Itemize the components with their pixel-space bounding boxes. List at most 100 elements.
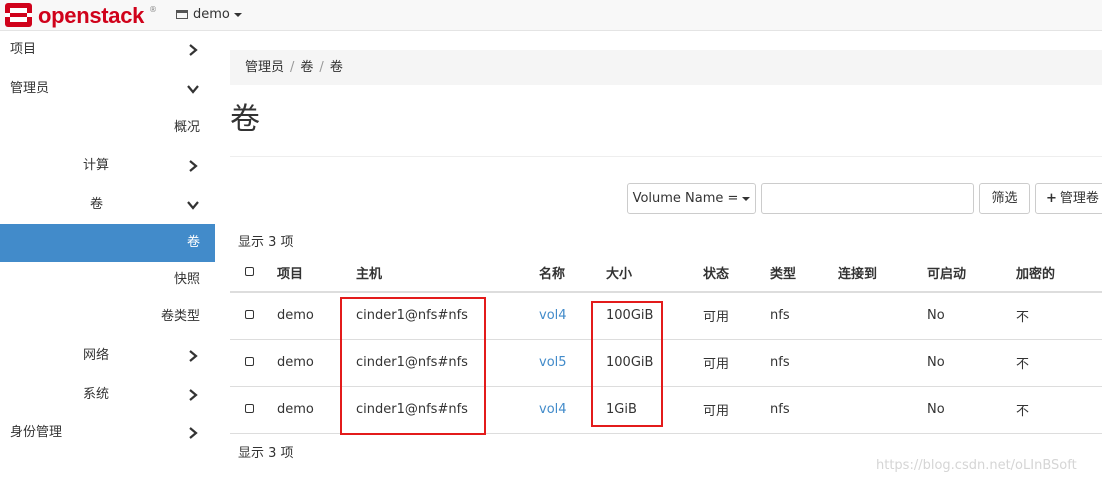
title-divider: [230, 156, 1102, 157]
column-header-encrypted[interactable]: 加密的: [1016, 254, 1102, 293]
cell-project: demo: [277, 339, 356, 387]
filter-field-dropdown[interactable]: Volume Name =: [627, 183, 756, 214]
filter-field-label: Volume Name =: [632, 191, 739, 206]
chevron-down-icon: [187, 201, 199, 210]
top-navbar: openstack ® demo: [0, 0, 1102, 31]
cell-bootable: No: [927, 339, 1016, 387]
filter-button[interactable]: 筛选: [979, 183, 1030, 214]
sidebar-item-label: 系统: [83, 387, 110, 402]
select-all-cell: [230, 254, 277, 293]
cell-type: nfs: [770, 292, 838, 340]
project-icon: [176, 10, 188, 19]
breadcrumb: 管理员 / 卷 / 卷: [230, 50, 1102, 85]
breadcrumb-item-volume[interactable]: 卷: [300, 60, 313, 75]
sidebar-item-label: 网络: [83, 348, 110, 363]
column-header-attached[interactable]: 连接到: [838, 254, 927, 293]
column-header-name[interactable]: 名称: [539, 254, 606, 293]
sidebar-item-label: 快照: [173, 272, 200, 287]
cell-attached: [838, 386, 927, 434]
row-select-cell: [230, 292, 277, 340]
sidebar-item-volume-group[interactable]: 卷: [0, 186, 215, 224]
volumes-table: 项目 主机 名称 大小 状态 类型 连接到 可启动 加密的 demo cinde…: [230, 254, 1102, 434]
trademark-mark: ®: [149, 5, 157, 14]
chevron-right-icon: [189, 44, 198, 56]
volume-link[interactable]: vol4: [539, 402, 567, 417]
row-select-cell: [230, 386, 277, 434]
cell-type: nfs: [770, 386, 838, 434]
sidebar-item-volumes[interactable]: 卷: [0, 224, 215, 262]
volume-link[interactable]: vol5: [539, 355, 567, 370]
cell-attached: [838, 339, 927, 387]
table-header-row: 项目 主机 名称 大小 状态 类型 连接到 可启动 加密的: [230, 254, 1102, 293]
column-header-size[interactable]: 大小: [606, 254, 703, 293]
select-all-checkbox[interactable]: [245, 267, 254, 276]
sidebar-item-overview[interactable]: 概况: [0, 109, 215, 147]
row-select-cell: [230, 339, 277, 387]
project-selector[interactable]: demo: [176, 6, 242, 24]
sidebar-item-admin[interactable]: 管理员: [0, 70, 215, 108]
cell-host: cinder1@nfs#nfs: [356, 292, 539, 340]
breadcrumb-separator: /: [319, 60, 324, 75]
chevron-down-icon: [187, 85, 199, 94]
cell-type: nfs: [770, 339, 838, 387]
sidebar-item-compute[interactable]: 计算: [0, 147, 215, 185]
row-checkbox[interactable]: [245, 357, 254, 366]
column-header-bootable[interactable]: 可启动: [927, 254, 1016, 293]
breadcrumb-item-current: 卷: [329, 60, 343, 75]
row-checkbox[interactable]: [245, 404, 254, 413]
manage-volume-label: 管理卷: [1059, 191, 1099, 206]
caret-down-icon: [742, 196, 751, 201]
cell-name: vol4: [539, 386, 606, 434]
cell-name: vol5: [539, 339, 606, 387]
table-row: demo cinder1@nfs#nfs vol5 100GiB 可用 nfs …: [230, 339, 1102, 387]
manage-volume-button[interactable]: + 管理卷: [1035, 183, 1102, 214]
column-header-type[interactable]: 类型: [770, 254, 838, 293]
caret-down-icon: [233, 12, 242, 17]
cell-encrypted: 不: [1016, 292, 1102, 340]
sidebar-item-label: 卷: [90, 197, 104, 212]
sidebar-item-label: 卷: [186, 235, 200, 250]
sidebar-item-network[interactable]: 网络: [0, 337, 215, 375]
sidebar-item-label: 管理员: [10, 81, 50, 96]
cell-bootable: No: [927, 292, 1016, 340]
chevron-right-icon: [189, 389, 198, 401]
sidebar-item-label: 项目: [10, 42, 37, 57]
sidebar-item-label: 概况: [173, 120, 200, 135]
volume-link[interactable]: vol4: [539, 308, 567, 323]
sidebar-item-project[interactable]: 项目: [0, 31, 215, 69]
chevron-right-icon: [189, 427, 198, 439]
column-header-host[interactable]: 主机: [356, 254, 539, 293]
project-label: demo: [193, 7, 230, 22]
cell-size: 100GiB: [606, 292, 703, 340]
cell-host: cinder1@nfs#nfs: [356, 339, 539, 387]
cell-attached: [838, 292, 927, 340]
breadcrumb-item-admin[interactable]: 管理员: [245, 60, 284, 75]
table-row: demo cinder1@nfs#nfs vol4 1GiB 可用 nfs No…: [230, 386, 1102, 434]
sidebar-item-system[interactable]: 系统: [0, 376, 215, 414]
column-header-status[interactable]: 状态: [703, 254, 770, 293]
openstack-logo[interactable]: openstack ®: [5, 2, 157, 28]
brand-name: openstack: [38, 3, 145, 28]
page-title: 卷: [230, 102, 260, 137]
cell-size: 100GiB: [606, 339, 703, 387]
sidebar-item-snapshots[interactable]: 快照: [0, 261, 215, 299]
cell-project: demo: [277, 386, 356, 434]
watermark-text: https://blog.csdn.net/oLInBSoft: [876, 458, 1077, 473]
cell-status: 可用: [703, 292, 770, 340]
cell-status: 可用: [703, 386, 770, 434]
row-checkbox[interactable]: [245, 310, 254, 320]
chevron-right-icon: [189, 350, 198, 362]
sidebar-item-label: 计算: [83, 158, 110, 173]
cell-project: demo: [277, 292, 356, 340]
sidebar-item-volume-types[interactable]: 卷类型: [0, 298, 215, 336]
sidebar-item-label: 身份管理: [10, 425, 63, 440]
sidebar-item-label: 卷类型: [160, 309, 200, 324]
cell-status: 可用: [703, 339, 770, 387]
sidebar: 项目 管理员 概况 计算 卷 卷 快照 卷类型 网络 系统 身份管理: [0, 31, 215, 485]
item-count-bottom: 显示 3 项: [238, 446, 294, 461]
breadcrumb-separator: /: [290, 60, 295, 75]
cell-encrypted: 不: [1016, 386, 1102, 434]
column-header-project[interactable]: 项目: [277, 254, 356, 293]
sidebar-item-identity[interactable]: 身份管理: [0, 414, 215, 452]
filter-input[interactable]: [761, 183, 974, 214]
